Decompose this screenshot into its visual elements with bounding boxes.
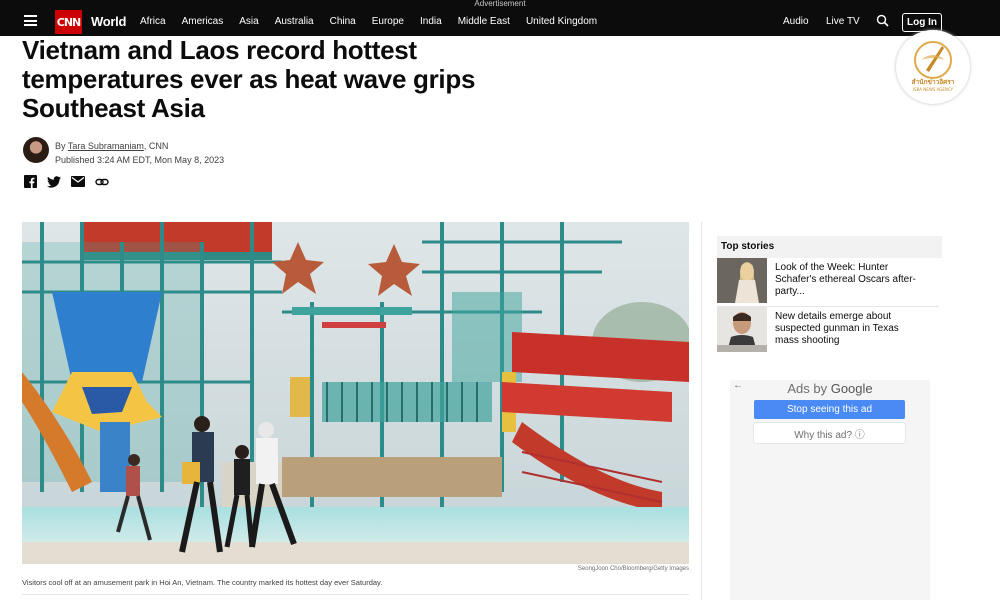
story-headline[interactable]: New details emerge about suspected gunma… <box>775 311 925 347</box>
divider <box>22 594 689 595</box>
image-caption: Visitors cool off at an amusement park i… <box>22 578 383 587</box>
share-bar <box>23 175 109 188</box>
byline-outlet: , CNN <box>143 141 169 151</box>
svg-text:สำนักข่าวอิศรา: สำนักข่าวอิศรา <box>912 78 955 86</box>
audio-link[interactable]: Audio <box>783 16 809 27</box>
section-nav: Africa Americas Asia Australia China Eur… <box>140 16 613 27</box>
nav-item-europe[interactable]: Europe <box>372 16 404 27</box>
top-navigation-bar: Advertisement CNN World Africa Americas … <box>0 0 1000 36</box>
search-icon[interactable] <box>876 14 889 27</box>
image-credit: SeongJoon Cho/Bloomberg/Getty Images <box>577 566 689 572</box>
hero-image[interactable] <box>22 222 689 564</box>
facebook-icon[interactable] <box>23 175 37 188</box>
copy-link-icon[interactable] <box>95 175 109 188</box>
twitter-icon[interactable] <box>47 175 61 188</box>
author-avatar[interactable] <box>23 137 49 163</box>
story-thumbnail[interactable] <box>717 307 767 352</box>
top-story-item[interactable]: New details emerge about suspected gunma… <box>717 307 939 352</box>
email-icon[interactable] <box>71 175 85 188</box>
nav-item-australia[interactable]: Australia <box>275 16 314 27</box>
cnn-logo[interactable]: CNN <box>55 10 82 34</box>
nav-item-india[interactable]: India <box>420 16 442 27</box>
google-text: Google <box>830 381 873 396</box>
why-this-ad-button[interactable]: Why this ad? ⓘ <box>754 423 905 443</box>
isra-news-watermark-logo: สำนักข่าวอิศรา ISRA NEWS AGENCY <box>896 30 970 104</box>
live-tv-link[interactable]: Live TV <box>826 16 860 27</box>
advertisement-label: Advertisement <box>474 0 526 8</box>
nav-item-middle-east[interactable]: Middle East <box>458 16 510 27</box>
story-headline[interactable]: Look of the Week: Hunter Schafer's ether… <box>775 262 925 298</box>
byline-prefix: By <box>55 141 68 151</box>
article-headline: Vietnam and Laos record hottest temperat… <box>22 35 476 123</box>
story-thumbnail[interactable] <box>717 258 767 303</box>
nav-item-united-kingdom[interactable]: United Kingdom <box>526 16 597 27</box>
ad-container: ← Ads by Google Stop seeing this ad Why … <box>730 380 930 600</box>
section-title[interactable]: World <box>91 14 126 29</box>
top-stories-header: Top stories <box>717 236 942 258</box>
rail-divider <box>701 222 702 600</box>
svg-text:ISRA NEWS AGENCY: ISRA NEWS AGENCY <box>913 87 954 92</box>
menu-icon[interactable] <box>24 15 37 26</box>
nav-item-asia[interactable]: Asia <box>239 16 258 27</box>
stop-seeing-ad-button[interactable]: Stop seeing this ad <box>754 400 905 419</box>
nav-item-africa[interactable]: Africa <box>140 16 166 27</box>
published-timestamp: Published 3:24 AM EDT, Mon May 8, 2023 <box>55 155 225 165</box>
nav-item-americas[interactable]: Americas <box>182 16 224 27</box>
author-link[interactable]: Tara Subramaniam <box>68 141 144 151</box>
top-story-item[interactable]: Look of the Week: Hunter Schafer's ether… <box>717 258 939 303</box>
ads-by-google-label: Ads by Google <box>730 381 930 396</box>
ads-by-text: Ads by <box>787 381 831 396</box>
byline: By Tara Subramaniam, CNN Published 3:24 … <box>55 139 224 167</box>
nav-item-china[interactable]: China <box>330 16 356 27</box>
